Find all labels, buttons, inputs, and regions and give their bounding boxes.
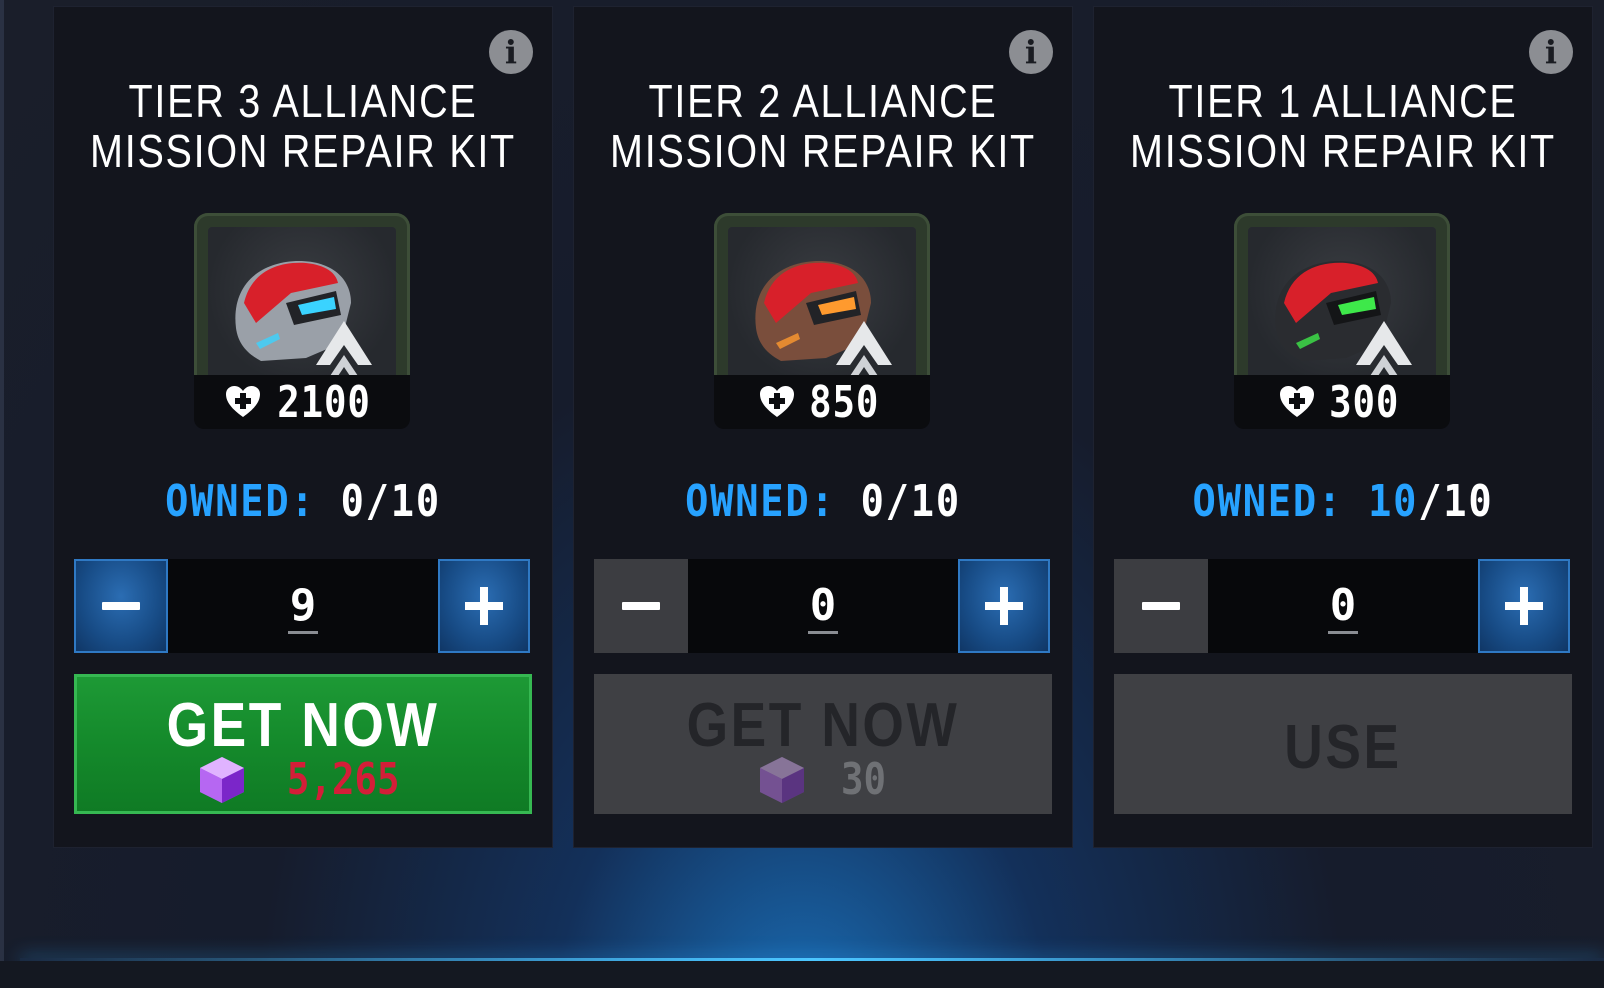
item-tile[interactable]: 850 [714,213,930,429]
purple-gem-icon [199,756,244,803]
owned-counter: OWNED: 10/10 [1192,476,1494,527]
heal-amount: 300 [1328,376,1400,428]
heart-plus-icon [226,386,261,417]
heal-amount: 850 [808,376,880,428]
card-title: TIER 1 ALLIANCE MISSION REPAIR KIT [1130,75,1556,177]
plus-icon [985,587,1023,625]
quantity-input[interactable]: 9 [168,559,438,653]
get-now-button[interactable]: GET NOW 30 [594,674,1052,814]
purple-gem-icon [759,756,804,803]
heal-amount-bar: 850 [714,375,930,429]
heart-plus-icon [759,386,794,417]
use-button[interactable]: USE [1114,674,1572,814]
item-tile[interactable]: 300 [1234,213,1450,429]
heal-amount-bar: 2100 [194,375,410,429]
quantity-input[interactable]: 0 [1208,559,1478,653]
quantity-input[interactable]: 0 [688,559,958,653]
minus-icon [622,602,660,610]
repair-kit-helmet-icon [755,260,892,379]
store-card-tier3: i TIER 3 ALLIANCE MISSION REPAIR KIT 210… [53,6,553,848]
info-icon[interactable]: i [1529,30,1573,74]
decrease-button[interactable] [594,559,688,653]
cost-row: 5,265 [74,754,532,805]
decrease-button[interactable] [1114,559,1208,653]
heal-amount-bar: 300 [1234,375,1450,429]
store-card-tier1: i TIER 1 ALLIANCE MISSION REPAIR KIT 300… [1093,6,1593,848]
cost-value: 30 [840,754,886,805]
owned-counter: OWNED: 0/10 [685,476,961,527]
repair-kit-helmet-icon [1275,260,1412,379]
card-title: TIER 2 ALLIANCE MISSION REPAIR KIT [610,75,1036,177]
info-icon[interactable]: i [1009,30,1053,74]
minus-icon [1142,602,1180,610]
cost-row: 30 [594,754,1052,805]
bottom-bar [0,961,1604,988]
cost-value: 5,265 [286,754,400,805]
repair-kit-helmet-icon [235,260,372,379]
store-card-tier2: i TIER 2 ALLIANCE MISSION REPAIR KIT 850… [573,6,1073,848]
heal-amount: 2100 [277,376,371,428]
owned-counter: OWNED: 0/10 [165,476,441,527]
plus-icon [1505,587,1543,625]
card-title: TIER 3 ALLIANCE MISSION REPAIR KIT [90,75,516,177]
minus-icon [102,602,140,610]
item-tile[interactable]: 2100 [194,213,410,429]
decrease-button[interactable] [74,559,168,653]
quantity-stepper: 0 [1114,559,1570,653]
get-now-button[interactable]: GET NOW 5,265 [74,674,532,814]
quantity-stepper: 9 [74,559,530,653]
plus-icon [465,587,503,625]
heart-plus-icon [1279,386,1314,417]
quantity-stepper: 0 [594,559,1050,653]
increase-button[interactable] [958,559,1050,653]
increase-button[interactable] [1478,559,1570,653]
info-icon[interactable]: i [489,30,533,74]
left-edge [0,0,4,988]
increase-button[interactable] [438,559,530,653]
